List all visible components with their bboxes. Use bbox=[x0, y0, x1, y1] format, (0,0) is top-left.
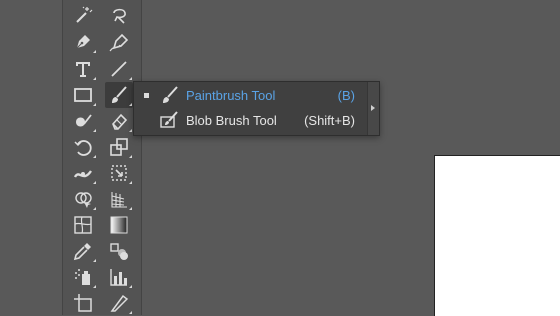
free-transform-icon bbox=[111, 165, 127, 181]
artboard-canvas[interactable] bbox=[434, 155, 560, 316]
more-tools-indicator bbox=[129, 129, 132, 132]
more-tools-indicator bbox=[93, 155, 96, 158]
scale-icon bbox=[110, 138, 128, 156]
shaper-tool[interactable] bbox=[69, 108, 97, 134]
more-tools-indicator bbox=[93, 285, 96, 288]
width-tool[interactable] bbox=[69, 160, 97, 186]
more-tools-indicator bbox=[93, 50, 96, 53]
more-tools-indicator bbox=[129, 285, 132, 288]
shape-builder-tool[interactable] bbox=[69, 186, 97, 212]
curvature-tool[interactable] bbox=[105, 29, 133, 55]
more-tools-indicator bbox=[93, 207, 96, 210]
flyout-item-shortcut: (Shift+B) bbox=[304, 113, 355, 128]
more-tools-indicator bbox=[129, 77, 132, 80]
more-tools-indicator bbox=[93, 259, 96, 262]
flyout-item-shortcut: (B) bbox=[337, 88, 355, 103]
more-tools-indicator bbox=[93, 129, 96, 132]
tools-panel bbox=[62, 0, 142, 315]
curvature-icon bbox=[109, 33, 129, 52]
blend-icon bbox=[110, 243, 128, 260]
more-tools-indicator bbox=[129, 155, 132, 158]
more-tools-indicator bbox=[93, 77, 96, 80]
shape-builder-icon bbox=[75, 192, 92, 208]
shaper-icon bbox=[76, 114, 92, 127]
flyout-item-label: Blob Brush Tool bbox=[186, 113, 277, 128]
more-tools-indicator bbox=[129, 103, 132, 106]
paintbrush-icon bbox=[112, 86, 127, 103]
width-icon bbox=[73, 170, 92, 178]
eyedropper-tool[interactable] bbox=[69, 238, 97, 264]
type-icon bbox=[76, 62, 90, 77]
gradient-icon bbox=[110, 216, 128, 234]
rotate-icon bbox=[74, 140, 92, 156]
more-tools-indicator bbox=[93, 103, 96, 106]
gradient-tool[interactable] bbox=[105, 212, 133, 238]
flyout-item-label: Paintbrush Tool bbox=[186, 88, 276, 103]
eyedropper-icon bbox=[73, 243, 91, 261]
tearoff-arrow-icon bbox=[371, 105, 375, 111]
flyout-item-paintbrush-tool[interactable]: Paintbrush Tool (B) bbox=[134, 83, 367, 108]
free-transform-tool[interactable] bbox=[105, 160, 133, 186]
artboard-tool[interactable] bbox=[69, 290, 97, 316]
eraser-icon bbox=[112, 113, 128, 130]
mesh-tool[interactable] bbox=[69, 212, 97, 238]
artboard-icon bbox=[74, 294, 92, 312]
rectangle-icon bbox=[74, 88, 92, 102]
pen-icon bbox=[76, 35, 90, 49]
column-graph-icon bbox=[110, 269, 127, 286]
magic-wand-icon bbox=[76, 6, 93, 23]
paintbrush-icon bbox=[163, 86, 178, 103]
type-tool[interactable] bbox=[69, 56, 97, 82]
mesh-icon bbox=[74, 216, 92, 234]
current-tool-marker bbox=[144, 93, 149, 98]
brush-tools-flyout: Paintbrush Tool (B) Blob Brush Tool (Shi… bbox=[133, 81, 380, 136]
blob-brush-icon bbox=[160, 111, 178, 128]
line-segment-icon bbox=[111, 61, 127, 77]
eraser-tool[interactable] bbox=[105, 108, 133, 134]
symbol-sprayer-icon bbox=[75, 269, 90, 285]
scale-tool[interactable] bbox=[105, 134, 133, 160]
slice-icon bbox=[110, 294, 129, 312]
line-segment-tool[interactable] bbox=[105, 56, 133, 82]
lasso-tool[interactable] bbox=[105, 2, 133, 28]
tearoff-handle[interactable] bbox=[367, 82, 379, 135]
flyout-item-blob-brush-tool[interactable]: Blob Brush Tool (Shift+B) bbox=[134, 108, 367, 133]
pen-tool[interactable] bbox=[69, 29, 97, 55]
perspective-grid-icon bbox=[111, 192, 127, 208]
lasso-icon bbox=[113, 8, 126, 24]
perspective-grid-tool[interactable] bbox=[105, 186, 133, 212]
blend-tool[interactable] bbox=[105, 238, 133, 264]
more-tools-indicator bbox=[129, 207, 132, 210]
more-tools-indicator bbox=[129, 311, 132, 314]
paintbrush-tool[interactable] bbox=[105, 82, 133, 108]
column-graph-tool[interactable] bbox=[105, 264, 133, 290]
slice-tool[interactable] bbox=[105, 290, 133, 316]
more-tools-indicator bbox=[93, 181, 96, 184]
more-tools-indicator bbox=[129, 181, 132, 184]
symbol-sprayer-tool[interactable] bbox=[69, 264, 97, 290]
rotate-tool[interactable] bbox=[69, 134, 97, 160]
rectangle-tool[interactable] bbox=[69, 82, 97, 108]
magic-wand-tool[interactable] bbox=[69, 2, 97, 28]
